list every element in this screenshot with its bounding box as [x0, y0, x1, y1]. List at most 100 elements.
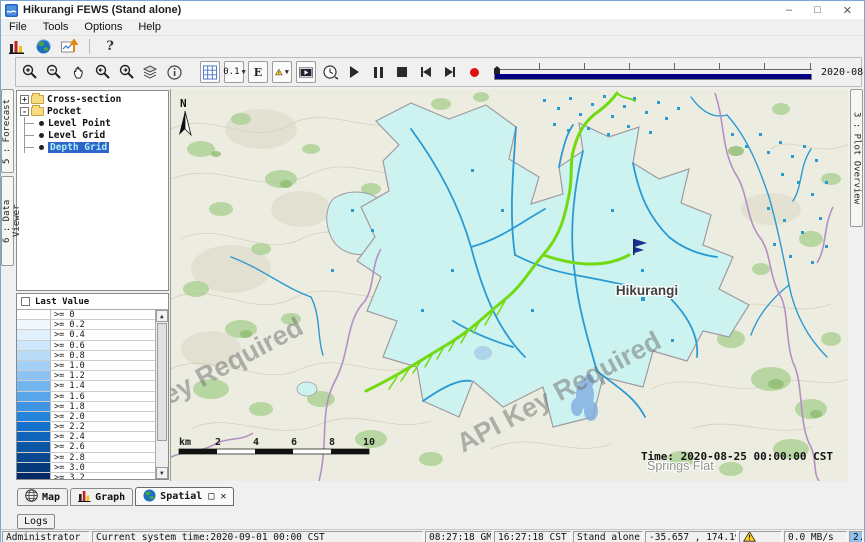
tree-item-label: Level Point: [48, 118, 111, 129]
logs-button[interactable]: Logs: [17, 514, 55, 529]
menu-bar: FileToolsOptionsHelp: [1, 19, 864, 36]
status-warning: [739, 531, 782, 542]
view-tabs: MapGraphSpatial□✕: [17, 487, 864, 506]
grid-value-combo[interactable]: 0.1 ▼: [224, 61, 244, 83]
legend-swatch: [17, 310, 51, 319]
info-button[interactable]: [164, 61, 184, 83]
slider-tick: [674, 63, 675, 70]
map-display-button[interactable]: [33, 36, 53, 58]
pond-polygon: [297, 382, 317, 396]
maximize-button[interactable]: □: [814, 4, 821, 17]
stop-icon: [397, 67, 407, 77]
warning-icon: [743, 531, 756, 542]
zoom-in-button[interactable]: [20, 61, 40, 83]
chevron-down-icon: ▼: [285, 68, 289, 76]
legend-row: >= 2.0: [17, 412, 155, 422]
time-slider[interactable]: [494, 61, 812, 83]
step-forward-button[interactable]: [440, 61, 460, 83]
tab-map[interactable]: Map: [17, 488, 68, 506]
legend-scrollbar[interactable]: ▲ ▼: [155, 310, 168, 479]
bar-chart-icon: [78, 490, 91, 505]
bar-chart-icon: [9, 39, 25, 54]
layers-button[interactable]: [140, 61, 160, 83]
legend-row: >= 0: [17, 310, 155, 320]
grid-toggle-button[interactable]: [200, 61, 220, 83]
map-viewport[interactable]: API Key Required API Key Required Hikura…: [171, 89, 848, 481]
legend-row-label: >= 2.4: [51, 432, 85, 441]
help-button[interactable]: ?: [100, 36, 120, 58]
node-dot-icon: [39, 121, 44, 126]
zoom-next-button[interactable]: [116, 61, 136, 83]
menu-item-tools[interactable]: Tools: [35, 20, 77, 34]
slider-tick: [764, 63, 765, 70]
legend-row: >= 1.6: [17, 392, 155, 402]
step-back-button[interactable]: [416, 61, 436, 83]
main-area: 5 : Forecast 6 : Data Viewer +Cross-sect…: [1, 89, 864, 481]
set-time-button[interactable]: [320, 61, 340, 83]
zoom-previous-button[interactable]: [92, 61, 112, 83]
tab-forecast[interactable]: 5 : Forecast: [1, 89, 14, 173]
chevron-down-icon: ▼: [242, 68, 246, 76]
tree-expander-icon[interactable]: +: [20, 95, 29, 104]
data-display-button[interactable]: [7, 36, 27, 58]
tab-restore-button[interactable]: □: [208, 491, 214, 502]
slider-tick: [810, 63, 811, 70]
pan-button[interactable]: [68, 61, 88, 83]
legend-row: >= 1.4: [17, 381, 155, 391]
scroll-thumb[interactable]: [157, 323, 167, 441]
step-back-icon: [421, 67, 431, 77]
animation-button[interactable]: [296, 61, 316, 83]
menu-item-options[interactable]: Options: [76, 20, 130, 34]
status-coordinates: -35.657 , 174.199: [645, 531, 737, 542]
tree-item-level-point[interactable]: Level Point: [17, 117, 168, 129]
zoom-out-button[interactable]: [44, 61, 64, 83]
tree-item-label: Level Grid: [48, 130, 105, 141]
tree-item-level-grid[interactable]: Level Grid: [17, 129, 168, 141]
legend-row: >= 0.8: [17, 351, 155, 361]
tab-data-viewer[interactable]: 6 : Data Viewer: [1, 176, 14, 266]
info-icon: [167, 65, 182, 80]
legend-swatch: [17, 412, 51, 421]
status-memory-label: 2.5 GB: [853, 532, 863, 542]
folder-icon: [31, 107, 44, 116]
scroll-up-icon[interactable]: ▲: [156, 310, 168, 322]
menu-item-file[interactable]: File: [1, 20, 35, 34]
tree-connector: [24, 117, 38, 129]
legend-swatch: [17, 330, 51, 339]
thresholds-button[interactable]: ▼: [272, 61, 292, 83]
record-button[interactable]: [464, 61, 484, 83]
tree-item-pocket[interactable]: -Pocket: [17, 105, 168, 117]
svg-text:2: 2: [215, 437, 221, 448]
last-value-checkbox[interactable]: [21, 297, 30, 306]
pause-button[interactable]: [368, 61, 388, 83]
play-button[interactable]: [344, 61, 364, 83]
tab-spatial[interactable]: Spatial□✕: [135, 487, 234, 506]
legend-row-label: >= 1.4: [51, 381, 85, 390]
tab-close-button[interactable]: ✕: [220, 491, 226, 502]
slider-tick: [629, 63, 630, 70]
tree-expander-icon[interactable]: -: [20, 107, 29, 116]
menu-item-help[interactable]: Help: [130, 20, 169, 34]
tab-plot-overview[interactable]: 3 : Plot Overview: [850, 89, 863, 227]
tree-connector: [24, 141, 38, 153]
slider-range-bar: [494, 74, 812, 80]
legend-row: >= 0.6: [17, 341, 155, 351]
bottom-bar: MapGraphSpatial□✕ Logs: [1, 481, 864, 529]
minimize-button[interactable]: –: [786, 4, 792, 17]
legend-row-label: >= 0.6: [51, 341, 85, 350]
timeseries-dialog-button[interactable]: [59, 36, 79, 58]
tree-item-cross-section[interactable]: +Cross-section: [17, 93, 168, 105]
stop-button[interactable]: [392, 61, 412, 83]
tab-graph[interactable]: Graph: [70, 488, 133, 506]
legend-list: >= 0>= 0.2>= 0.4>= 0.6>= 0.8>= 1.0>= 1.2…: [17, 310, 155, 479]
scroll-down-icon[interactable]: ▼: [156, 467, 168, 479]
zoom-previous-icon: [94, 64, 111, 80]
close-button[interactable]: ✕: [843, 4, 852, 17]
legend-row: >= 1.2: [17, 371, 155, 381]
map-canvas[interactable]: API Key Required API Key Required Hikura…: [171, 89, 848, 481]
legend-toggle-button[interactable]: E: [248, 61, 268, 83]
map-time-label: Time: 2020-08-25 00:00:00 CST: [641, 450, 833, 463]
node-dot-icon: [39, 145, 44, 150]
legend-swatch: [17, 432, 51, 441]
tree-item-depth-grid[interactable]: Depth Grid: [17, 141, 168, 153]
